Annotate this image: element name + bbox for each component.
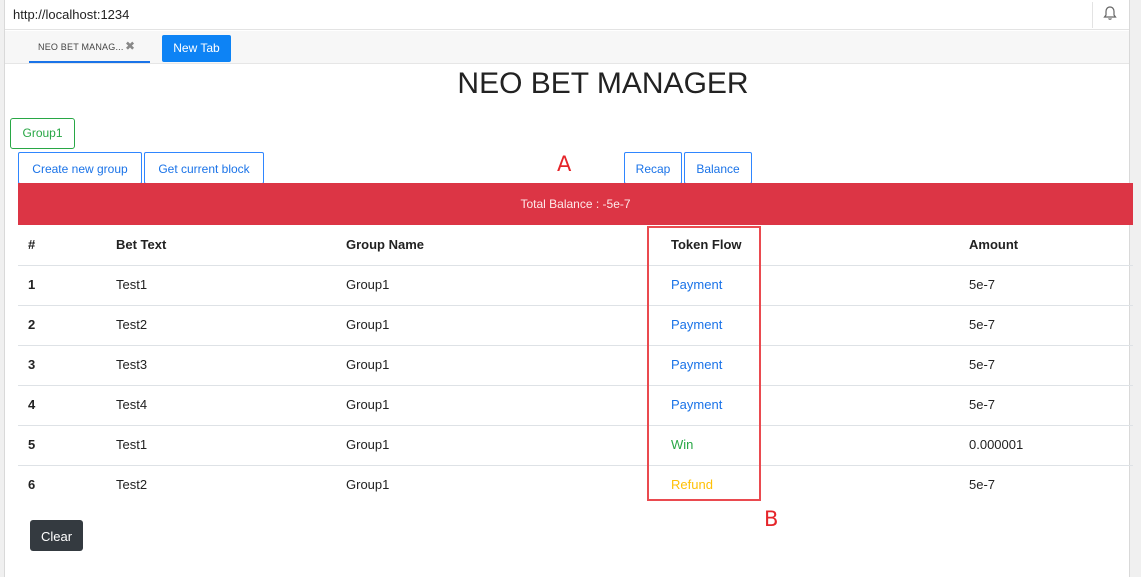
create-new-group-button[interactable]: Create new group xyxy=(18,152,142,184)
browser-window: http://localhost:1234 NEO BET MANAG... ✖… xyxy=(4,0,1133,577)
annotation-b: B xyxy=(764,507,779,531)
row-number: 2 xyxy=(28,317,36,332)
column-header-bet-text: Bet Text xyxy=(116,237,167,252)
row-divider xyxy=(18,345,1133,346)
bet-text: Test2 xyxy=(116,317,148,332)
column-header-number: # xyxy=(28,237,36,252)
row-divider xyxy=(18,465,1133,466)
new-tab-button[interactable]: New Tab xyxy=(162,35,231,62)
amount: 5e-7 xyxy=(969,277,996,292)
close-icon[interactable]: ✖ xyxy=(125,39,135,53)
tab-strip: NEO BET MANAG... ✖ New Tab xyxy=(5,31,1129,64)
bet-text: Test4 xyxy=(116,397,148,412)
group-name: Group1 xyxy=(346,437,390,452)
amount: 5e-7 xyxy=(969,317,996,332)
page-content: NEO BET MANAGER Group1 Create new group … xyxy=(5,65,1133,577)
tab-label: NEO BET MANAG... xyxy=(38,42,124,52)
group-tab-group1[interactable]: Group1 xyxy=(10,118,75,149)
row-divider xyxy=(18,425,1133,426)
row-number: 6 xyxy=(28,477,36,492)
balance-button[interactable]: Balance xyxy=(684,152,752,184)
bet-text: Test3 xyxy=(116,357,148,372)
url-text[interactable]: http://localhost:1234 xyxy=(13,7,129,22)
amount: 5e-7 xyxy=(969,357,996,372)
token-flow-highlight-box xyxy=(647,226,761,501)
column-header-group-name: Group Name xyxy=(346,237,425,252)
group-name: Group1 xyxy=(346,357,390,372)
bet-text: Test2 xyxy=(116,477,148,492)
divider xyxy=(1092,2,1093,28)
row-divider xyxy=(18,305,1133,306)
amount: 0.000001 xyxy=(969,437,1024,452)
bell-icon[interactable] xyxy=(1103,5,1117,24)
tab-neo-bet-manager[interactable]: NEO BET MANAG... ✖ xyxy=(29,31,150,63)
group-name: Group1 xyxy=(346,277,390,292)
total-balance-alert: Total Balance : -5e-7 xyxy=(18,183,1133,225)
group-name: Group1 xyxy=(346,477,390,492)
column-header-amount: Amount xyxy=(969,237,1019,252)
bet-text: Test1 xyxy=(116,437,148,452)
row-number: 4 xyxy=(28,397,36,412)
amount: 5e-7 xyxy=(969,477,996,492)
get-current-block-button[interactable]: Get current block xyxy=(144,152,264,184)
amount: 5e-7 xyxy=(969,397,996,412)
address-bar[interactable]: http://localhost:1234 xyxy=(5,0,1129,30)
header-divider xyxy=(18,265,1133,266)
row-number: 1 xyxy=(28,277,36,292)
row-divider xyxy=(18,385,1133,386)
row-number: 5 xyxy=(28,437,36,452)
group-name: Group1 xyxy=(346,317,390,332)
annotation-a: A xyxy=(557,152,572,176)
bet-text: Test1 xyxy=(116,277,148,292)
group-name: Group1 xyxy=(346,397,390,412)
clear-button[interactable]: Clear xyxy=(30,520,83,551)
recap-button[interactable]: Recap xyxy=(624,152,682,184)
page-title: NEO BET MANAGER xyxy=(457,67,749,100)
row-number: 3 xyxy=(28,357,36,372)
